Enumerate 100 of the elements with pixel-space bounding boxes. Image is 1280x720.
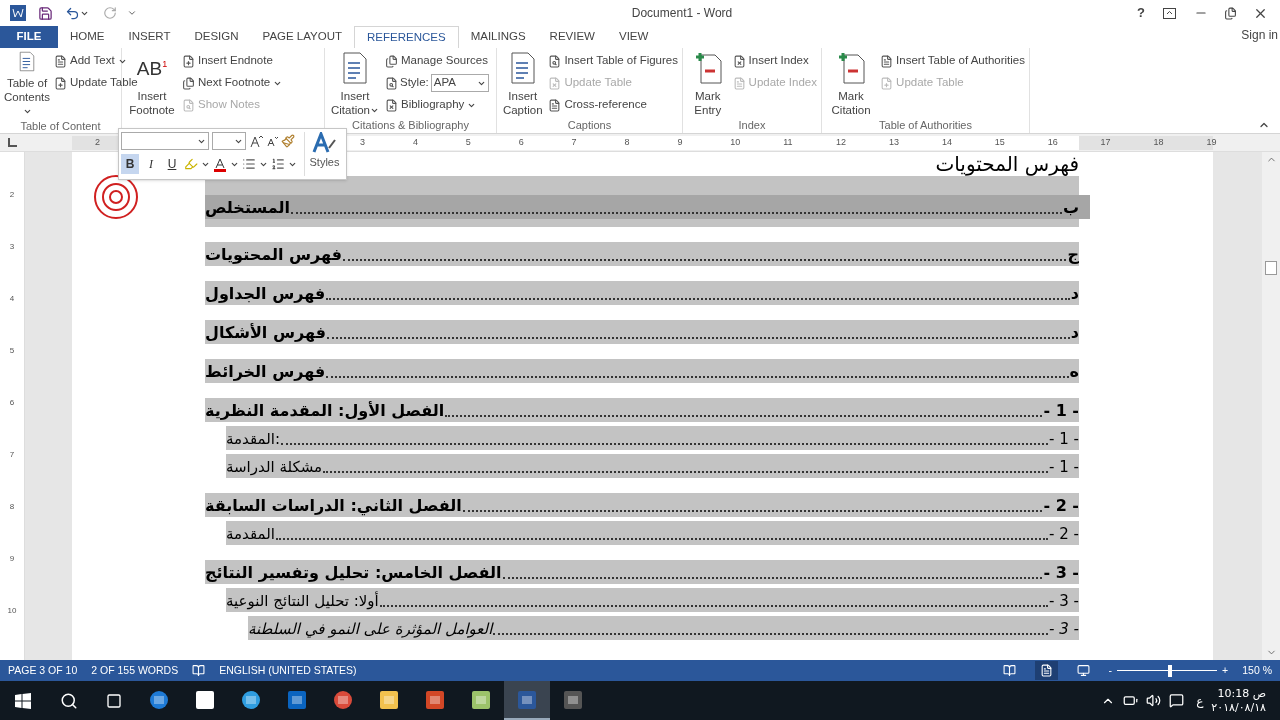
ribbon-large-button[interactable]: Mark Entry [687,51,729,118]
ribbon-small-button[interactable]: Next Footnote [182,73,283,93]
battery-icon[interactable] [1123,693,1139,708]
ribbon-tab[interactable]: PAGE LAYOUT [250,26,355,48]
start-icon[interactable] [15,692,31,709]
zoom-out-button[interactable]: - [1108,662,1113,679]
language-indicator[interactable]: ENGLISH (UNITED STATES) [219,662,357,679]
toc-heading: فهرس المحتويات [935,152,1079,176]
font-size-field[interactable] [212,132,246,150]
ribbon-tab[interactable]: HOME [58,26,117,48]
toc-entry[interactable]: فهرس المحتويات ج [205,242,1079,266]
scroll-thumb[interactable] [1265,261,1277,275]
notifications-icon[interactable] [1169,693,1185,708]
styles-icon [310,132,339,154]
font-field[interactable] [121,132,209,150]
undo-icon[interactable] [65,5,80,21]
ruler-number: 2 [9,190,15,201]
sign-in-link[interactable]: Sign in [1241,26,1278,44]
format-button[interactable]: B [121,154,139,174]
group-label: Captions [566,118,613,133]
style-icon [385,76,398,90]
ribbon-tab[interactable]: REFERENCES [354,26,459,48]
ribbon-small-button[interactable]: Insert Index [732,51,817,71]
ribbon-large-button[interactable]: Table of Contents [4,51,51,118]
app-icon[interactable] [470,688,492,711]
font-color-icon[interactable] [213,156,227,172]
shrink-font-icon[interactable] [266,135,278,147]
ribbon-small-button[interactable]: Insert Endnote [182,51,283,71]
toc-entry-title: فهرس الخرائط [205,361,326,383]
zoom-slider[interactable] [1117,664,1218,677]
view-button[interactable] [1034,661,1058,680]
toc-entry[interactable]: المستخلص ب [205,195,1090,219]
vertical-scrollbar[interactable] [1262,152,1280,660]
ribbon-small-button[interactable]: Add Text [54,51,138,71]
zoom-in-button[interactable]: + [1222,662,1229,679]
proofing-icon[interactable] [192,664,206,677]
app-icon[interactable] [286,688,308,711]
ribbon-small-button[interactable]: Manage Sources [385,51,489,71]
app-icon[interactable] [562,688,584,711]
ribbon-tab[interactable]: DESIGN [182,26,251,48]
help-button[interactable]: ? [1137,3,1145,23]
ribbon-large-button[interactable]: Insert Caption [501,51,545,118]
word-count[interactable]: 2 OF 155 WORDS [91,662,179,679]
ruler-number: 6 [518,136,524,149]
ruler-number: 17 [1100,136,1111,149]
ruler-number: 3 [360,136,365,149]
save-icon[interactable] [38,5,53,21]
ribbon-small-button[interactable]: Insert Table of Figures [548,51,678,71]
page-count[interactable]: PAGE 3 OF 10 [8,662,78,679]
numbering-icon[interactable] [271,157,285,171]
zoom-thumb[interactable] [1167,664,1172,677]
document-icon [732,76,746,90]
ruler-number: 9 [9,554,15,565]
toc-page-number: - 3 - [1043,562,1079,584]
search-icon[interactable] [60,691,78,710]
ruler-number: 7 [9,450,15,461]
click-indicator-icon [93,174,139,220]
ribbon-small-button[interactable]: Insert Table of Authorities [880,51,1025,71]
ribbon-display-options-icon[interactable] [1163,7,1176,19]
toc-entry-title: فهرس الجداول [205,283,326,305]
app-icon[interactable] [424,688,446,711]
tab-selector-icon[interactable] [8,138,17,147]
format-button[interactable]: I [142,154,160,174]
ribbon-large-button[interactable]: Insert Citation [329,51,381,118]
view-mode-icon [1076,664,1090,677]
ribbon-small-button[interactable]: Update Table [54,73,138,93]
clock[interactable]: 10:18 ص ٢٠١٨/٠٨/١٨ [1211,686,1280,715]
zoom-percent[interactable]: 150 % [1242,662,1272,679]
word-logo-icon[interactable] [10,5,26,21]
toc-entry[interactable]: فهرس الخرائط ه [205,359,1079,383]
styles-button[interactable]: Styles [304,132,344,176]
bullets-icon[interactable] [242,157,256,171]
restore-icon[interactable] [1224,6,1237,20]
ribbon-tab[interactable]: INSERT [116,26,183,48]
volume-icon[interactable] [1146,693,1162,708]
customize-toolbar-icon[interactable] [127,8,137,18]
ribbon-tab[interactable]: FILE [0,26,58,48]
ribbon-small-button[interactable]: Bibliography [385,95,489,115]
ruler-number: 10 [730,136,741,149]
ribbon-tab[interactable]: MAILINGS [458,26,538,48]
ribbon-tab[interactable]: REVIEW [537,26,607,48]
style-dropdown[interactable]: APA [430,74,489,92]
input-language[interactable]: ع [1196,691,1204,710]
toc-entry-title: المقدمة: [226,429,280,450]
ribbon-tab[interactable]: VIEW [607,26,661,48]
ribbon-large-button[interactable]: Mark Citation [826,51,877,118]
ruler-number: 15 [994,136,1005,149]
ruler-number: 5 [465,136,471,149]
ribbon-small-button[interactable]: Cross-reference [548,95,678,115]
toc-page-number: ب [1062,197,1079,219]
toc-entry[interactable]: فهرس الجداول د [205,281,1079,305]
grow-font-icon[interactable] [249,134,263,148]
toc-entry[interactable]: فهرس الأشكال د [205,320,1079,344]
task-view-icon[interactable] [106,692,122,709]
ruler-number: 7 [571,136,577,149]
document-icon [880,76,894,90]
app-icon[interactable] [194,688,216,711]
view-mode-icon [1039,664,1053,677]
format-button[interactable]: U [163,154,181,174]
app-icon[interactable] [378,688,400,711]
